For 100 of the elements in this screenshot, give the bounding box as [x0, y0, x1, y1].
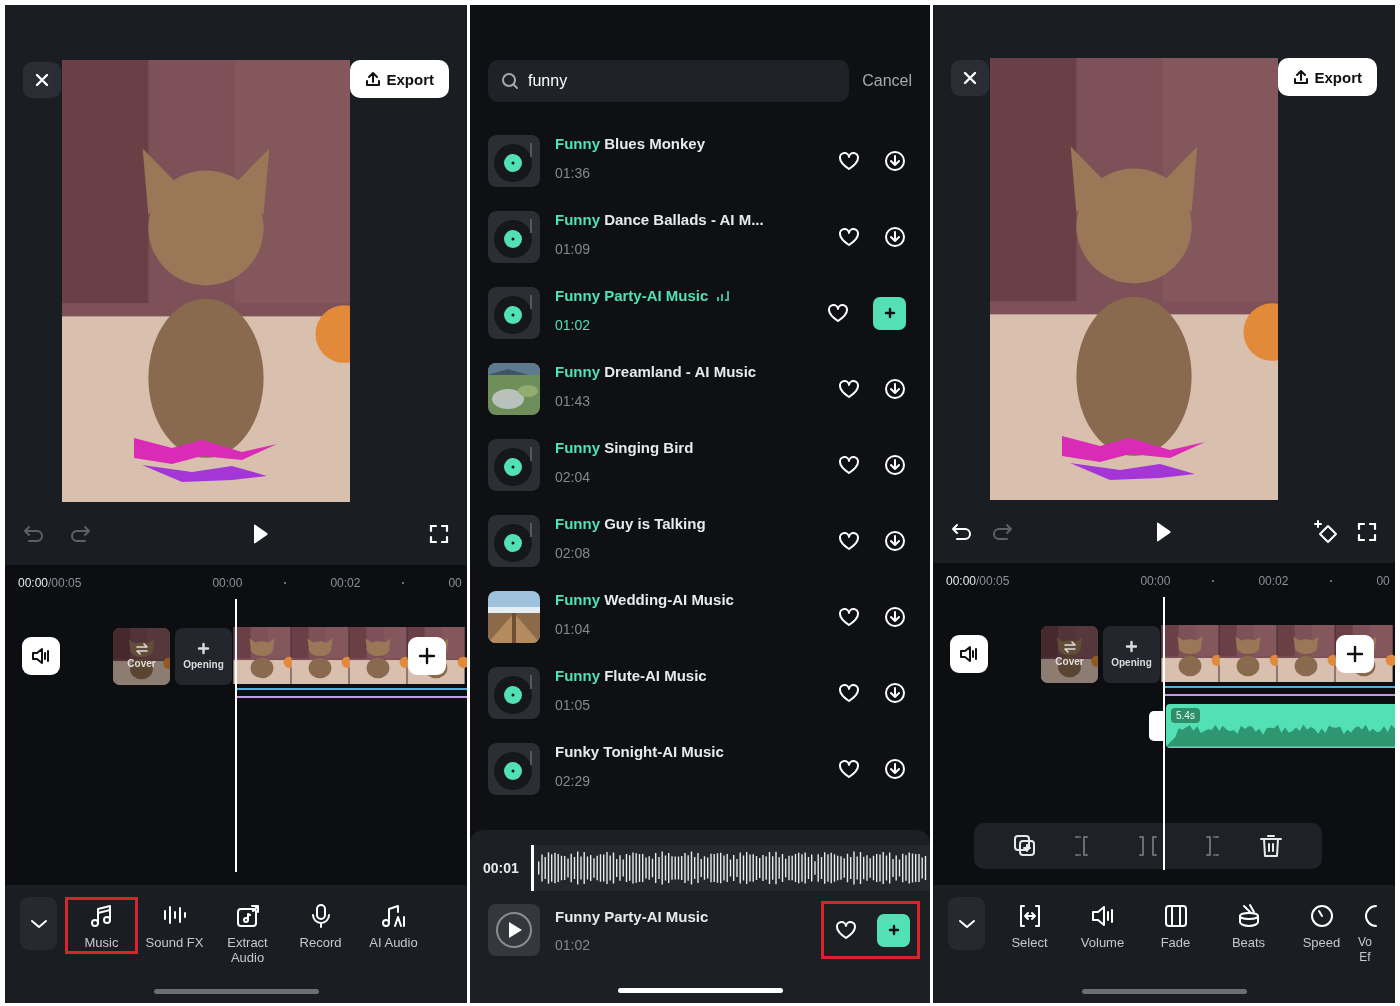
tool-button[interactable]: Sound FX	[138, 897, 211, 954]
add-button[interactable]	[873, 296, 906, 330]
ruler-label: 00:02	[330, 576, 361, 590]
download-icon[interactable]	[884, 606, 906, 628]
ruler-label: 00:00	[212, 576, 243, 590]
trim-handle[interactable]	[1149, 711, 1163, 741]
add-clip-button[interactable]	[1336, 635, 1374, 673]
track-title[interactable]: Funny Singing Bird	[555, 439, 694, 456]
fullscreen-icon[interactable]	[429, 523, 449, 544]
plus-icon	[1125, 640, 1138, 653]
add-keyframe-icon[interactable]	[1313, 518, 1339, 545]
download-icon[interactable]	[884, 530, 906, 552]
trash-icon[interactable]	[1258, 833, 1285, 859]
download-icon[interactable]	[884, 758, 906, 780]
vinyl-record-icon	[488, 743, 540, 795]
mute-toggle-button[interactable]	[22, 637, 60, 675]
heart-icon[interactable]	[838, 531, 860, 551]
heart-icon[interactable]	[838, 455, 860, 475]
track-duration: 02:29	[555, 773, 592, 789]
opening-button[interactable]: Opening	[1103, 625, 1160, 683]
ruler-label: 00:00	[1140, 574, 1171, 588]
track-duration: 01:04	[555, 621, 592, 637]
close-button[interactable]	[23, 62, 61, 98]
fade-icon	[1162, 903, 1189, 929]
audio-clip[interactable]: 5.4s	[1166, 704, 1395, 748]
heart-icon[interactable]	[835, 920, 857, 940]
download-icon[interactable]	[884, 378, 906, 400]
vinyl-record-icon	[488, 667, 540, 719]
ruler-label: 00	[448, 576, 462, 590]
add-clip-button[interactable]	[408, 637, 446, 675]
extract-audio-icon	[234, 903, 261, 929]
speedometer-icon	[1308, 903, 1335, 929]
mute-toggle-button[interactable]	[950, 635, 988, 673]
heart-icon[interactable]	[838, 759, 860, 779]
collapse-button[interactable]	[20, 897, 57, 950]
track-title[interactable]: Funny Guy is Talking	[555, 515, 706, 532]
track-duration: 01:36	[555, 165, 592, 181]
close-button[interactable]	[951, 60, 989, 96]
play-icon[interactable]	[494, 910, 534, 950]
tool-button[interactable]: Vo Ef	[1358, 897, 1395, 969]
play-icon[interactable]	[251, 522, 269, 545]
chevron-down-icon	[29, 918, 48, 929]
close-icon	[963, 71, 977, 85]
playback-time: 00:01	[483, 860, 519, 876]
plus-icon	[418, 647, 436, 665]
chevron-down-icon	[957, 918, 976, 929]
tool-button[interactable]: Volume	[1066, 897, 1139, 954]
track-title[interactable]: Funny Blues Monkey	[555, 135, 706, 152]
add-button[interactable]	[877, 913, 910, 947]
heart-icon[interactable]	[838, 607, 860, 627]
cover-thumbnail[interactable]: Cover	[113, 627, 170, 685]
download-icon[interactable]	[884, 682, 906, 704]
tool-button[interactable]: Music	[65, 897, 138, 954]
export-button[interactable]: Export	[350, 60, 449, 98]
undo-icon[interactable]	[951, 522, 973, 541]
opening-button[interactable]: Opening	[175, 627, 232, 685]
play-icon[interactable]	[1154, 520, 1172, 543]
download-icon[interactable]	[884, 150, 906, 172]
heart-icon[interactable]	[838, 379, 860, 399]
track-title[interactable]: Funny Party-AI Music	[555, 287, 709, 304]
total-time: /00:05	[48, 576, 82, 590]
track-title[interactable]: Funny Dance Ballads - AI M...	[555, 211, 764, 228]
vinyl-record-icon	[488, 287, 540, 339]
cover-label: Cover	[1055, 656, 1084, 667]
search-field[interactable]: funny	[488, 60, 850, 102]
track-title[interactable]: Funny Wedding-AI Music	[555, 591, 734, 608]
heart-icon[interactable]	[838, 683, 860, 703]
cover-label: Cover	[127, 658, 156, 669]
vinyl-record-icon	[488, 211, 540, 263]
heart-icon[interactable]	[838, 227, 860, 247]
tool-button[interactable]: AI Audio	[357, 897, 430, 954]
tool-button[interactable]: Extract Audio	[211, 897, 284, 969]
tool-button[interactable]: Record	[284, 897, 357, 954]
tool-button[interactable]: Select	[993, 897, 1066, 954]
waveform-scrubber[interactable]	[530, 845, 930, 891]
export-button[interactable]: Export	[1278, 58, 1377, 96]
track-title[interactable]: Funky Tonight-AI Music	[555, 743, 724, 760]
tool-button[interactable]: Speed	[1285, 897, 1358, 954]
duplicate-icon[interactable]	[1011, 833, 1038, 859]
download-icon[interactable]	[884, 226, 906, 248]
heart-icon[interactable]	[827, 303, 849, 323]
equalizer-icon	[716, 289, 731, 302]
tool-button[interactable]: Beats	[1212, 897, 1285, 954]
speaker-icon	[959, 645, 979, 663]
track-title: Funny Party-AI Music	[555, 907, 710, 925]
total-time: /00:05	[976, 574, 1010, 588]
track-duration: 01:05	[555, 697, 592, 713]
upload-icon	[1293, 69, 1310, 85]
track-title[interactable]: Funny Flute-AI Music	[555, 667, 707, 684]
track-title[interactable]: Funny Dreamland - AI Music	[555, 363, 757, 380]
redo-icon[interactable]	[991, 522, 1013, 541]
cancel-button[interactable]: Cancel	[862, 72, 912, 90]
tool-button[interactable]: Fade	[1139, 897, 1212, 954]
heart-icon[interactable]	[838, 151, 860, 171]
ai-music-icon	[380, 903, 407, 929]
collapse-button[interactable]	[948, 897, 985, 950]
redo-icon[interactable]	[69, 524, 91, 543]
download-icon[interactable]	[884, 454, 906, 476]
fullscreen-icon[interactable]	[1357, 521, 1377, 542]
cover-thumbnail[interactable]: Cover	[1041, 625, 1098, 683]
